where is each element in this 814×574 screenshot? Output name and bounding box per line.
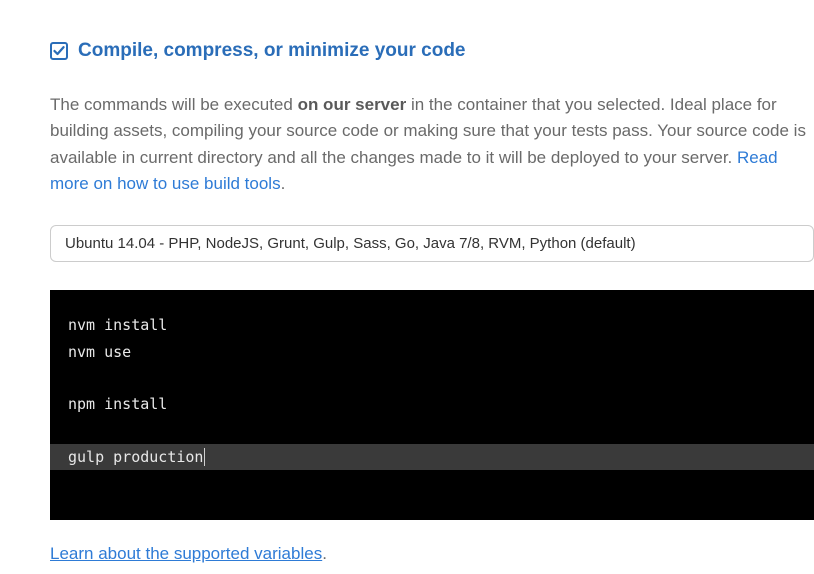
supported-variables-link[interactable]: Learn about the supported variables: [50, 544, 322, 563]
code-line[interactable]: gulp production: [50, 444, 814, 470]
container-select[interactable]: Ubuntu 14.04 - PHP, NodeJS, Grunt, Gulp,…: [50, 225, 814, 262]
footer-suffix: .: [322, 544, 327, 563]
code-line[interactable]: nvm use: [68, 339, 796, 365]
section-description: The commands will be executed on our ser…: [50, 92, 814, 197]
section-header: Compile, compress, or minimize your code: [50, 40, 814, 62]
code-line[interactable]: [68, 417, 796, 443]
description-text-post: .: [281, 174, 286, 193]
container-select-wrapper: Ubuntu 14.04 - PHP, NodeJS, Grunt, Gulp,…: [50, 225, 814, 262]
section-title: Compile, compress, or minimize your code: [78, 40, 466, 62]
code-editor[interactable]: nvm installnvm use npm install gulp produc…: [50, 290, 814, 520]
description-text-pre: The commands will be executed: [50, 95, 298, 114]
text-cursor: [204, 448, 205, 465]
footer-row: Learn about the supported variables.: [50, 544, 814, 564]
code-line[interactable]: npm install: [68, 391, 796, 417]
code-line[interactable]: nvm install: [68, 312, 796, 338]
code-line[interactable]: [68, 365, 796, 391]
checkbox-checked-icon[interactable]: [50, 42, 68, 60]
description-strong: on our server: [298, 95, 407, 114]
